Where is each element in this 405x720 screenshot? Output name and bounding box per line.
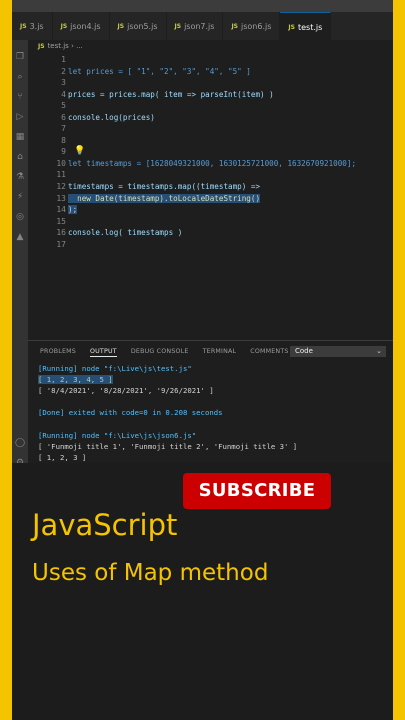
lightbulb-icon[interactable]: 💡 xyxy=(74,146,85,156)
docker-icon[interactable]: ◎ xyxy=(15,212,25,222)
code-line-10: let timestamps = [1628049321000, 1630125… xyxy=(68,158,356,170)
remote-icon[interactable]: ⌂ xyxy=(15,152,25,162)
tab-json7[interactable]: JS json7.js xyxy=(167,12,224,40)
breadcrumb[interactable]: JS test.js › ... xyxy=(38,42,83,50)
line-number: 10 xyxy=(56,158,66,168)
line-number: 15 xyxy=(56,216,66,226)
bottom-panel: PROBLEMS OUTPUT DEBUG CONSOLE TERMINAL C… xyxy=(28,340,393,481)
line-number: 11 xyxy=(56,170,66,180)
line-number: 7 xyxy=(61,124,66,134)
js-file-icon: JS xyxy=(60,22,68,30)
output-line: [ 'Funmoji title 1', 'Funmoji title 2', … xyxy=(38,441,298,451)
js-file-icon: JS xyxy=(288,23,295,31)
code-line-6: console.log(prices) xyxy=(68,112,356,124)
code-text-selected: ); xyxy=(68,205,78,215)
code-text: let timestamps = [1628049321000, 1630125… xyxy=(68,158,357,168)
line-number: 5 xyxy=(61,101,66,111)
explorer-icon[interactable]: ❐ xyxy=(15,52,25,62)
testing-icon[interactable]: ⚗ xyxy=(15,172,25,182)
line-number: 1 xyxy=(61,55,66,64)
code-lines: let prices = [ "1", "2", "3", "4", "5" ]… xyxy=(68,54,356,250)
output-line: [ 1, 2, 3, 4, 5 ] xyxy=(38,375,113,385)
editor-tabs: JS 3.js JS json4.js JS json5.js JS json7.js … xyxy=(12,12,393,41)
code-line-13: new Date(timestamp).toLocaleDateString() xyxy=(68,193,356,205)
output-line: [ 1, 2, 3 ] xyxy=(38,452,87,462)
line-number: 9 xyxy=(61,147,66,157)
code-line-16: console.log( timestamps ) xyxy=(68,227,356,239)
output-line-blank xyxy=(38,396,297,407)
accounts-icon[interactable]: ◯ xyxy=(15,438,25,448)
account-icon[interactable]: ⚡ xyxy=(15,192,25,202)
tab-3js[interactable]: JS 3.js xyxy=(12,12,53,40)
line-number: 4 xyxy=(61,89,66,99)
output-log: [Running] node "f:\Live\js\test.js" [ 1,… xyxy=(38,363,297,463)
tab-json4[interactable]: JS json4.js xyxy=(53,12,110,40)
tab-test[interactable]: JS test.js xyxy=(280,12,332,41)
title-bar xyxy=(12,0,393,12)
tab-comments[interactable]: COMMENTS xyxy=(250,348,288,357)
output-line: [Running] node "f:\Live\js\test.js" xyxy=(38,364,192,373)
js-file-icon: JS xyxy=(38,43,45,50)
code-editor[interactable]: 1 2 3 4 5 6 7 8 9 10 11 12 13 14 15 16 1… xyxy=(28,54,393,340)
tab-output[interactable]: OUTPUT xyxy=(89,348,117,357)
panel-tabs: PROBLEMS OUTPUT DEBUG CONSOLE TERMINAL C… xyxy=(40,348,289,357)
output-line-blank xyxy=(38,418,297,429)
line-number: 13 xyxy=(56,193,66,203)
code-text: console.log(prices) xyxy=(68,112,155,122)
code-line-2: let prices = [ "1", "2", "3", "4", "5" ] xyxy=(68,66,356,78)
chevron-down-icon: ⌄ xyxy=(376,347,382,355)
line-number: 8 xyxy=(61,135,66,145)
code-line-12: timestamps = timestamps.map((timestamp) … xyxy=(68,181,356,193)
run-debug-icon[interactable]: ▷ xyxy=(15,112,25,122)
sidebar-extra-icon[interactable]: ▲ xyxy=(15,232,25,242)
js-file-icon: JS xyxy=(174,22,182,30)
search-icon[interactable]: ⌕ xyxy=(15,72,25,82)
line-number-gutter: 1 2 3 4 5 6 7 8 9 10 11 12 13 14 15 16 1… xyxy=(28,54,66,250)
js-file-icon: JS xyxy=(117,22,125,30)
line-number: 6 xyxy=(61,112,66,122)
code-text: prices = prices.map( item => parseInt(it… xyxy=(68,89,274,99)
output-channel-select[interactable]: Code ⌄ xyxy=(290,346,386,357)
tab-debug-console[interactable]: DEBUG CONSOLE xyxy=(131,348,189,357)
activity-bar: ❐ ⌕ ⑂ ▷ ▦ ⌂ ⚗ ⚡ ◎ ▲ ◯ ⚙ xyxy=(12,40,28,480)
code-text: let prices = [ "1", "2", "3", "4", "5" ] xyxy=(68,66,251,76)
tab-json6[interactable]: JS json6.js xyxy=(223,12,281,40)
line-number: 12 xyxy=(56,182,66,192)
code-line-4: prices = prices.map( item => parseInt(it… xyxy=(68,89,356,101)
extensions-icon[interactable]: ▦ xyxy=(15,132,25,142)
code-text: timestamps = timestamps.map((timestamp) … xyxy=(68,182,261,192)
subscribe-button[interactable]: SUBSCRIBE xyxy=(183,473,331,509)
output-line: [Done] exited with code=0 in 0.208 secon… xyxy=(38,408,223,418)
js-file-icon: JS xyxy=(20,22,27,30)
code-line-14: ); xyxy=(68,204,356,216)
code-text: console.log( timestamps ) xyxy=(68,228,183,238)
tab-terminal[interactable]: TERMINAL xyxy=(203,348,237,357)
line-number: 17 xyxy=(56,239,66,249)
video-subtitle: Uses of Map method xyxy=(32,560,269,586)
code-text-selected: new Date(timestamp).toLocaleDateString() xyxy=(68,193,261,203)
line-number: 14 xyxy=(56,205,66,215)
output-line: [Running] node "f:\Live\js\json6.js" xyxy=(38,430,197,440)
source-control-icon[interactable]: ⑂ xyxy=(15,92,25,102)
tab-json5[interactable]: JS json5.js xyxy=(110,12,167,40)
tab-problems[interactable]: PROBLEMS xyxy=(40,348,76,357)
line-number: 2 xyxy=(61,66,66,76)
output-line: [ '8/4/2021', '8/28/2021', '9/26/2021' ] xyxy=(38,386,214,396)
line-number: 16 xyxy=(56,228,66,238)
line-number: 3 xyxy=(61,78,66,88)
js-file-icon: JS xyxy=(231,22,239,30)
video-title: JavaScript xyxy=(32,508,178,542)
